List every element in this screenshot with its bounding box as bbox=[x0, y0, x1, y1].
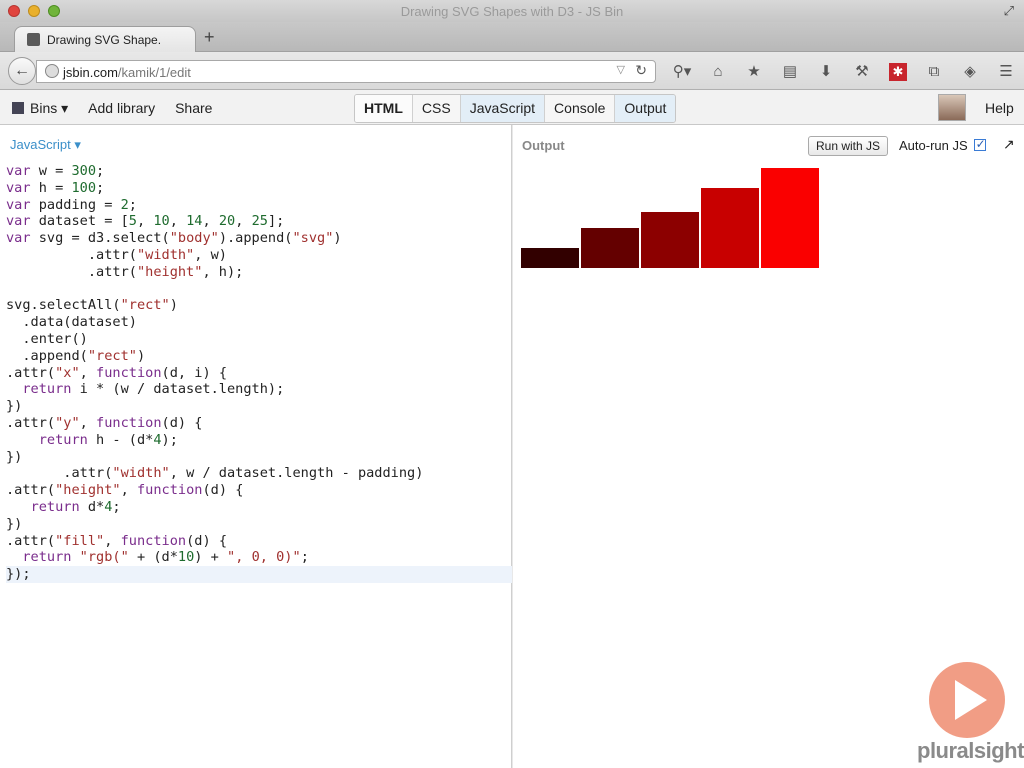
popout-arrow-icon[interactable]: ↗ bbox=[1003, 136, 1015, 153]
help-link[interactable]: Help bbox=[985, 100, 1014, 116]
search-icon[interactable]: ⚲▾ bbox=[664, 61, 700, 83]
code-line[interactable]: .append("rect") bbox=[6, 348, 512, 365]
screenshot-icon[interactable]: ⧉ bbox=[916, 61, 952, 83]
bar-2 bbox=[641, 212, 699, 268]
tab-javascript[interactable]: JavaScript bbox=[460, 95, 546, 122]
output-label: Output bbox=[522, 138, 565, 153]
back-button[interactable]: ← bbox=[8, 57, 36, 85]
url-path: /kamik/1/edit bbox=[117, 65, 191, 80]
window-title: Drawing SVG Shapes with D3 - JS Bin bbox=[400, 4, 624, 19]
browser-tab[interactable]: Drawing SVG Shape. bbox=[14, 26, 196, 53]
tools-wrench-icon[interactable]: ⚒ bbox=[844, 61, 880, 83]
autorun-checkbox[interactable] bbox=[973, 137, 986, 151]
code-line[interactable]: var svg = d3.select("body").append("svg"… bbox=[6, 230, 512, 247]
home-icon[interactable]: ⌂ bbox=[700, 61, 736, 83]
code-area[interactable]: var w = 300; var h = 100; var padding = 2;… bbox=[6, 163, 512, 583]
code-line[interactable]: var h = 100; bbox=[6, 180, 512, 197]
tab-console[interactable]: Console bbox=[545, 95, 616, 122]
rendered-svg-chart bbox=[521, 168, 819, 268]
code-line[interactable]: .attr("x", function(d, i) { bbox=[6, 365, 512, 382]
favicon-icon bbox=[27, 33, 40, 46]
code-line[interactable]: return "rgb(" + (d*10) + ", 0, 0)"; bbox=[6, 549, 512, 566]
code-line[interactable]: return h - (d*4); bbox=[6, 432, 512, 449]
share-button[interactable]: Share bbox=[175, 100, 212, 117]
tab-title: Drawing SVG Shape. bbox=[47, 33, 162, 47]
avatar[interactable] bbox=[938, 94, 966, 121]
run-with-js-button[interactable]: Run with JS bbox=[808, 136, 889, 156]
language-label: JavaScript bbox=[10, 137, 71, 152]
code-line[interactable]: }) bbox=[6, 516, 512, 533]
navigation-bar: jsbin.com/kamik/1/edit ▽ ↻ ← ⚲▾ ⌂ ★ ▤ ⬇ … bbox=[0, 52, 1024, 90]
bar-1 bbox=[581, 228, 639, 268]
autorun-label: Auto-run JS bbox=[899, 138, 968, 153]
new-tab-plus-icon[interactable]: + bbox=[204, 27, 215, 48]
javascript-editor[interactable]: JavaScript ▾ var w = 300; var h = 100; var… bbox=[0, 125, 512, 768]
toolbar-icons: ⚲▾ ⌂ ★ ▤ ⬇ ⚒ ✱ ⧉ ◈ ☰ bbox=[664, 61, 1024, 83]
bins-icon bbox=[12, 102, 24, 114]
code-line[interactable]: return d*4; bbox=[6, 499, 512, 516]
tab-output[interactable]: Output bbox=[615, 95, 676, 122]
url-host: jsbin.com bbox=[63, 65, 118, 80]
code-line[interactable]: }); bbox=[6, 566, 512, 583]
bookmarks-list-icon[interactable]: ▤ bbox=[772, 61, 808, 83]
code-line[interactable]: .data(dataset) bbox=[6, 314, 512, 331]
bins-label: Bins bbox=[30, 100, 58, 116]
autorun-toggle[interactable]: Auto-run JS bbox=[899, 137, 986, 153]
pocket-icon[interactable]: ◈ bbox=[952, 61, 988, 83]
code-line[interactable]: .attr("y", function(d) { bbox=[6, 415, 512, 432]
code-line[interactable]: }) bbox=[6, 449, 512, 466]
code-line[interactable]: .attr("width", w) bbox=[6, 247, 512, 264]
window-titlebar: Drawing SVG Shapes with D3 - JS Bin ⤢ bbox=[0, 0, 1024, 22]
panel-toggles: HTML CSS JavaScript Console Output bbox=[354, 94, 677, 123]
url-text: jsbin.com/kamik/1/edit bbox=[63, 65, 191, 80]
code-line[interactable]: .attr("height", function(d) { bbox=[6, 482, 512, 499]
language-dropdown[interactable]: JavaScript ▾ bbox=[10, 137, 81, 153]
reload-icon[interactable]: ↻ bbox=[635, 62, 647, 79]
code-line[interactable]: var padding = 2; bbox=[6, 197, 512, 214]
pluralsight-logo-text: pluralsight bbox=[917, 738, 1024, 763]
tab-css[interactable]: CSS bbox=[412, 95, 461, 122]
code-line[interactable]: }) bbox=[6, 398, 512, 415]
history-dropdown-icon[interactable]: ▽ bbox=[617, 63, 625, 76]
menu-icon[interactable]: ☰ bbox=[988, 61, 1024, 83]
addon-icon[interactable]: ✱ bbox=[880, 61, 916, 83]
code-line[interactable]: var dataset = [5, 10, 14, 20, 25]; bbox=[6, 213, 512, 230]
tab-html[interactable]: HTML bbox=[355, 95, 413, 122]
jsbin-toolbar: Bins ▾ Add library Share HTML CSS JavaSc… bbox=[0, 90, 1024, 125]
bar-3 bbox=[701, 188, 759, 268]
play-icon bbox=[955, 680, 987, 720]
code-line[interactable]: svg.selectAll("rect") bbox=[6, 297, 512, 314]
code-line[interactable]: return i * (w / dataset.length); bbox=[6, 381, 512, 398]
code-line[interactable]: .attr("fill", function(d) { bbox=[6, 533, 512, 550]
bookmark-star-icon[interactable]: ★ bbox=[736, 61, 772, 83]
code-line[interactable] bbox=[6, 281, 512, 298]
bins-menu[interactable]: Bins ▾ bbox=[12, 100, 68, 117]
bar-4 bbox=[761, 168, 819, 268]
tab-strip: Drawing SVG Shape. + bbox=[0, 22, 1024, 53]
code-line[interactable]: .attr("width", w / dataset.length - padd… bbox=[6, 465, 512, 482]
bar-0 bbox=[521, 248, 579, 268]
address-bar[interactable]: jsbin.com/kamik/1/edit ▽ ↻ bbox=[36, 60, 656, 83]
globe-icon bbox=[45, 64, 59, 78]
code-line[interactable]: .enter() bbox=[6, 331, 512, 348]
fullscreen-icon[interactable]: ⤢ bbox=[1004, 3, 1014, 19]
download-icon[interactable]: ⬇ bbox=[808, 61, 844, 83]
code-line[interactable]: var w = 300; bbox=[6, 163, 512, 180]
code-line[interactable]: .attr("height", h); bbox=[6, 264, 512, 281]
add-library-button[interactable]: Add library bbox=[88, 100, 155, 117]
